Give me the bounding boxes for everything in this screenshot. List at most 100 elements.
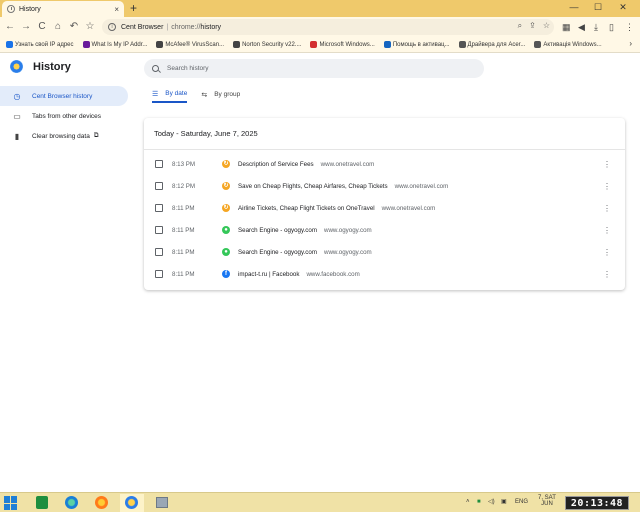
sidebar-item-tabs-from-other-devices[interactable]: ▭ Tabs from other devices	[0, 106, 128, 126]
network-icon[interactable]: ▣	[501, 497, 507, 508]
history-entry-link[interactable]: Save on Cheap Flights, Cheap Airfares, C…	[238, 183, 448, 190]
reload-button[interactable]: C	[35, 20, 49, 34]
toolbar: ← → C ⌂ ↶ ☆ i Cent Browser | chrome:// h…	[0, 17, 640, 37]
download-icon[interactable]: ⤓	[594, 20, 598, 34]
maximize-button[interactable]: ☐	[587, 0, 609, 17]
clock[interactable]: 20:13:48	[565, 496, 629, 510]
taskbar: ˄ ■ ◁) ▣ ENG 7, SAT JUN 20:13:48	[0, 492, 640, 512]
bookmark-item[interactable]: Помощь в активац...	[383, 41, 450, 48]
row-checkbox[interactable]	[155, 204, 163, 212]
taskbar-app-files[interactable]	[150, 494, 174, 512]
onetravel-icon: ↻	[222, 204, 230, 212]
row-checkbox[interactable]	[155, 226, 163, 234]
tab-by-group[interactable]: ⇆ By group	[201, 86, 240, 103]
more-actions-icon[interactable]: ⋮	[603, 226, 611, 235]
share-icon[interactable]: ⇪	[529, 21, 536, 31]
history-entry-link[interactable]: Airline Tickets, Cheap Flight Tickets on…	[238, 205, 435, 212]
omnibox-actions: ⌕ ⇪ ☆	[518, 21, 550, 31]
bookmark-label: Узнать свой IP адрес	[15, 41, 74, 48]
back-button[interactable]: ←	[3, 20, 17, 34]
row-checkbox[interactable]	[155, 248, 163, 256]
entry-title: Search Engine - ogyogy.com	[238, 248, 317, 256]
address-bar[interactable]: i Cent Browser | chrome:// history ⌕ ⇪ ☆	[102, 19, 554, 35]
taskbar-app-firefox[interactable]	[90, 494, 114, 512]
more-actions-icon[interactable]: ⋮	[603, 270, 611, 279]
history-card: Today - Saturday, June 7, 2025 8:13 PM ↻ D…	[144, 118, 625, 290]
trash-icon: ▮	[14, 131, 20, 141]
history-entry-link[interactable]: Search Engine - ogyogy.com www.ogyogy.com	[238, 249, 372, 256]
search-placeholder: Search history	[167, 65, 209, 72]
history-entry-link[interactable]: impact-t.ru | Facebook www.facebook.com	[238, 271, 360, 278]
new-tab-button[interactable]: +	[130, 1, 137, 15]
undo-close-tab-button[interactable]: ↶	[67, 20, 81, 34]
bookmark-favicon-icon	[534, 41, 542, 48]
mute-icon[interactable]: ◀	[578, 20, 585, 34]
history-row[interactable]: 8:11 PM ● Search Engine - ogyogy.com www.og…	[144, 219, 625, 241]
visit-time: 8:11 PM	[172, 248, 195, 256]
more-actions-icon[interactable]: ⋮	[603, 160, 611, 169]
bookmark-item[interactable]: Norton Security v22....	[233, 41, 301, 48]
search-history-input[interactable]: Search history	[144, 59, 484, 78]
sidebar-item-label: Cent Browser history	[32, 92, 93, 100]
visit-time: 8:11 PM	[172, 204, 195, 212]
history-entry-link[interactable]: Description of Service Fees www.onetravel…	[238, 161, 374, 168]
row-checkbox[interactable]	[155, 160, 163, 168]
bookmark-favicon-icon	[82, 41, 90, 48]
star-icon[interactable]: ☆	[543, 21, 550, 31]
sidebar-icon[interactable]: ▯	[609, 20, 614, 34]
bookmark-item[interactable]: Активація Windows...	[534, 41, 602, 48]
bookmark-item[interactable]: What Is My IP Addr...	[82, 41, 147, 48]
group-icon: ⇆	[201, 91, 208, 99]
ogyogy-icon: ●	[222, 248, 230, 256]
bookmarks-overflow-button[interactable]: ›	[629, 39, 632, 48]
extensions-icon[interactable]: ▦	[562, 20, 571, 34]
more-actions-icon[interactable]: ⋮	[603, 248, 611, 257]
history-row[interactable]: 8:11 PM ↻ Airline Tickets, Cheap Flight Ti…	[144, 197, 625, 219]
windows-start-icon[interactable]	[4, 496, 18, 510]
close-window-button[interactable]: ✕	[612, 0, 634, 17]
entry-domain: www.onetravel.com	[320, 160, 375, 168]
history-view-tabs: ☰ By date ⇆ By group	[152, 86, 254, 103]
entry-domain: www.onetravel.com	[381, 204, 436, 212]
more-actions-icon[interactable]: ⋮	[603, 182, 611, 191]
taskbar-app-excel[interactable]	[30, 494, 54, 512]
bookmark-item[interactable]: Узнать свой IP адрес	[6, 41, 74, 48]
taskbar-app-edge[interactable]	[60, 494, 84, 512]
row-checkbox[interactable]	[155, 182, 163, 190]
history-row[interactable]: 8:11 PM ● Search Engine - ogyogy.com www.og…	[144, 241, 625, 263]
tab-close-button[interactable]: ×	[114, 5, 119, 14]
zoom-icon[interactable]: ⌕	[518, 21, 522, 31]
minimize-button[interactable]: —	[563, 0, 585, 17]
page-title: History	[33, 60, 71, 73]
home-button[interactable]: ⌂	[51, 20, 65, 34]
volume-icon[interactable]: ◁)	[488, 497, 495, 508]
taskbar-app-cent-browser[interactable]	[120, 494, 144, 512]
history-entry-link[interactable]: Search Engine - ogyogy.com www.ogyogy.com	[238, 227, 372, 234]
bookmark-favicon-icon	[233, 41, 241, 48]
history-row[interactable]: 8:11 PM f impact-t.ru | Facebook www.facebo…	[144, 263, 625, 285]
bookmark-item[interactable]: Драйвера для Acer...	[458, 41, 525, 48]
sidebar-item-cent-browser-history[interactable]: ◷ Cent Browser history	[0, 86, 128, 106]
language-indicator[interactable]: ENG	[515, 497, 528, 508]
bookmark-item[interactable]: Microsoft Windows...	[310, 41, 375, 48]
ogyogy-icon: ●	[222, 226, 230, 234]
history-row[interactable]: 8:13 PM ↻ Description of Service Fees www.o…	[144, 153, 625, 175]
visit-time: 8:11 PM	[172, 270, 195, 278]
bookmark-star-button[interactable]: ☆	[83, 20, 97, 34]
tab-by-date[interactable]: ☰ By date	[152, 86, 188, 103]
info-icon[interactable]: i	[108, 23, 116, 31]
history-row[interactable]: 8:12 PM ↻ Save on Cheap Flights, Cheap Air…	[144, 175, 625, 197]
bookmark-item[interactable]: McAfee® VirusScan...	[156, 41, 224, 48]
menu-icon[interactable]: ⋮	[625, 20, 634, 34]
date-display[interactable]: 7, SAT JUN	[538, 495, 556, 507]
tab-history[interactable]: History ×	[2, 1, 124, 17]
more-actions-icon[interactable]: ⋮	[603, 204, 611, 213]
tray-app-icon[interactable]: ■	[477, 497, 481, 508]
row-checkbox[interactable]	[155, 270, 163, 278]
search-icon	[152, 65, 159, 72]
forward-button[interactable]: →	[19, 20, 33, 34]
tab-by-group-label: By group	[214, 91, 241, 98]
tray-chevron-icon[interactable]: ˄	[466, 497, 470, 508]
sidebar-item-clear-browsing-data[interactable]: ▮ Clear browsing data ⧉	[0, 126, 128, 146]
entry-title: Search Engine - ogyogy.com	[238, 226, 317, 234]
